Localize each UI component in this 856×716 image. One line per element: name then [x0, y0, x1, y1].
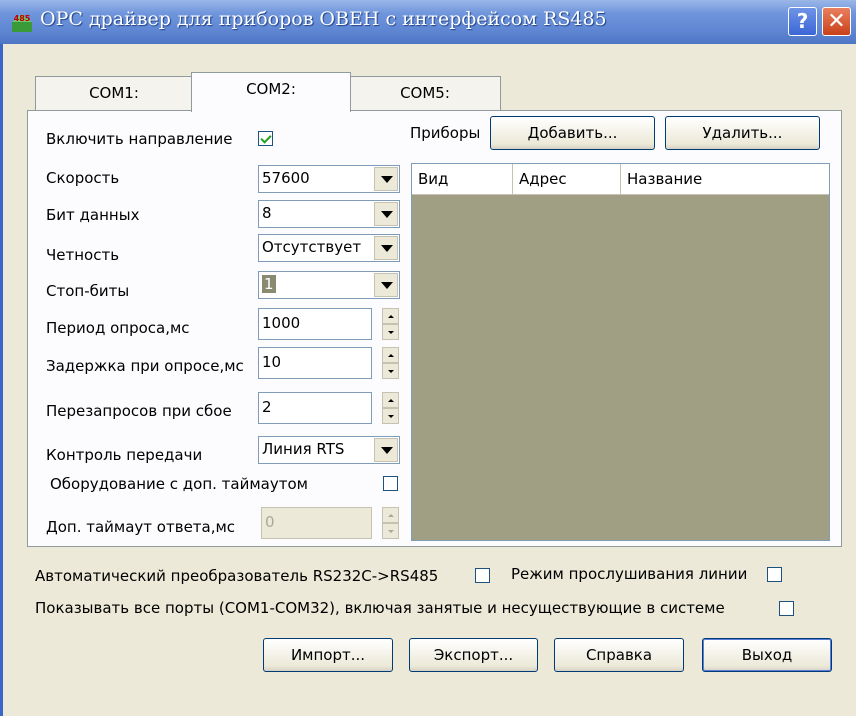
show-all-ports-label: Показывать все порты (COM1-COM32), включ… [35, 599, 725, 617]
window-title: OPC драйвер для приборов ОВЕН с интерфей… [40, 8, 607, 30]
extra-timeout-label: Доп. таймаут ответа,мс [46, 518, 236, 536]
import-button[interactable]: Импорт... [263, 638, 393, 672]
app-icon: 485 [12, 14, 32, 32]
enable-direction-checkbox[interactable] [258, 131, 273, 146]
help-title-button[interactable]: ? [788, 7, 817, 36]
spin-up-icon[interactable] [382, 392, 399, 408]
spin-up-icon[interactable] [382, 507, 399, 523]
extra-timeout-spinner[interactable] [382, 507, 399, 539]
remove-device-button[interactable]: Удалить... [665, 116, 820, 150]
listen-mode-checkbox[interactable] [767, 567, 782, 582]
speed-value: 57600 [262, 169, 310, 187]
extra-timeout-value: 0 [265, 513, 275, 531]
chevron-down-icon[interactable] [374, 438, 398, 462]
devices-list[interactable]: Вид Адрес Название [411, 163, 830, 541]
app-window: 485 OPC драйвер для приборов ОВЕН с инте… [0, 0, 856, 716]
speed-label: Скорость [46, 169, 120, 187]
chevron-down-icon[interactable] [374, 236, 398, 260]
speed-select[interactable]: 57600 [258, 165, 400, 193]
data-bits-select[interactable]: 8 [258, 200, 400, 228]
parity-value: Отсутствует [262, 238, 362, 256]
column-header-type[interactable]: Вид [412, 164, 513, 194]
spin-down-icon[interactable] [382, 523, 399, 539]
spin-down-icon[interactable] [382, 324, 399, 340]
column-header-name[interactable]: Название [621, 164, 829, 194]
flow-control-label: Контроль передачи [46, 446, 203, 464]
devices-list-header: Вид Адрес Название [412, 164, 829, 195]
extra-timeout-hw-checkbox[interactable] [383, 476, 398, 491]
auto-converter-checkbox[interactable] [475, 568, 490, 583]
retries-input[interactable]: 2 [258, 392, 372, 424]
poll-delay-label: Задержка при опросе,мс [46, 357, 244, 375]
tab-com2[interactable]: COM2: [191, 72, 351, 112]
retries-spinner[interactable] [382, 392, 399, 424]
chevron-down-icon[interactable] [374, 202, 398, 226]
auto-converter-label: Автоматический преобразователь RS232C->R… [35, 567, 439, 585]
poll-period-label: Период опроса,мс [46, 319, 190, 337]
spin-up-icon[interactable] [382, 347, 399, 363]
parity-label: Четность [46, 246, 120, 264]
listen-mode-label: Режим прослушивания линии [511, 565, 748, 583]
extra-timeout-input[interactable]: 0 [261, 507, 372, 539]
retries-label: Перезапросов при сбое [46, 402, 232, 420]
poll-delay-spinner[interactable] [382, 347, 399, 379]
window-frame-right [852, 44, 856, 716]
column-header-address[interactable]: Адрес [513, 164, 621, 194]
data-bits-label: Бит данных [46, 206, 140, 224]
show-all-ports-checkbox[interactable] [779, 601, 794, 616]
window-frame-left [0, 44, 7, 716]
app-icon-label: 485 [14, 14, 31, 23]
poll-period-input[interactable]: 1000 [258, 308, 372, 340]
stop-bits-value: 1 [262, 275, 276, 293]
extra-timeout-hw-label: Оборудование с доп. таймаутом [50, 475, 308, 493]
tab-com1[interactable]: COM1: [35, 76, 193, 110]
spin-down-icon[interactable] [382, 408, 399, 424]
data-bits-value: 8 [262, 204, 272, 222]
devices-label: Приборы [410, 124, 481, 142]
enable-direction-label: Включить направление [46, 130, 233, 148]
poll-delay-input[interactable]: 10 [258, 347, 372, 379]
export-button[interactable]: Экспорт... [409, 638, 538, 672]
poll-period-spinner[interactable] [382, 308, 399, 340]
stop-bits-label: Стоп-биты [46, 282, 130, 300]
flow-control-value: Линия RTS [262, 440, 345, 458]
spin-down-icon[interactable] [382, 363, 399, 379]
spin-up-icon[interactable] [382, 308, 399, 324]
parity-select[interactable]: Отсутствует [258, 234, 400, 262]
poll-period-value: 1000 [262, 314, 301, 332]
title-bar[interactable]: 485 OPC драйвер для приборов ОВЕН с инте… [0, 0, 856, 44]
add-device-button[interactable]: Добавить... [490, 116, 655, 150]
exit-button[interactable]: Выход [702, 638, 832, 672]
help-button[interactable]: Справка [554, 638, 684, 672]
flow-control-select[interactable]: Линия RTS [258, 436, 400, 464]
stop-bits-select[interactable]: 1 [258, 271, 400, 299]
retries-value: 2 [262, 398, 272, 416]
poll-delay-value: 10 [262, 353, 282, 371]
chevron-down-icon[interactable] [374, 273, 398, 297]
tab-com5[interactable]: COM5: [349, 76, 501, 110]
close-window-button[interactable]: ✕ [822, 7, 851, 36]
chevron-down-icon[interactable] [374, 167, 398, 191]
